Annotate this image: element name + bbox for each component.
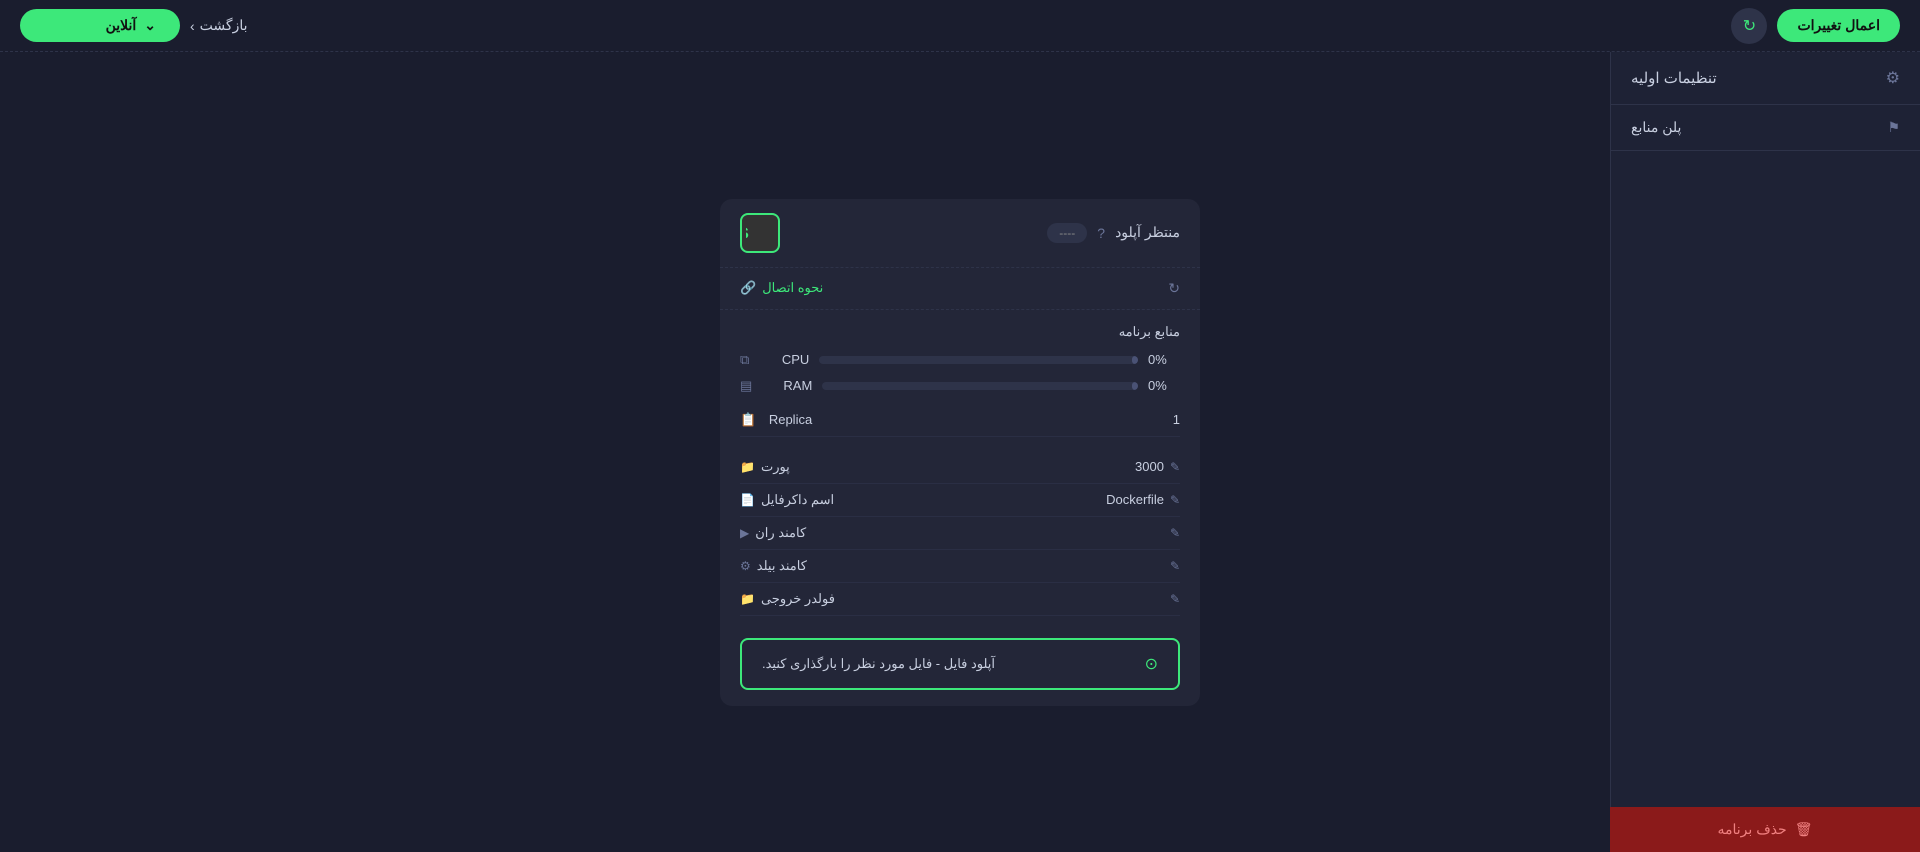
svg-text:JS: JS: [746, 225, 749, 242]
dockerfile-edit-icon[interactable]: ✎: [1170, 493, 1180, 507]
dockerfile-label: اسم داکرفایل: [761, 492, 834, 508]
upload-section[interactable]: ⊙ آپلود فایل - فایل مورد نظر را بارگذاری…: [740, 638, 1180, 690]
settings-gear-icon[interactable]: ⚙: [1886, 68, 1900, 88]
link-icon: 🔗: [740, 280, 756, 296]
ram-progress-bar: [822, 382, 1138, 390]
question-icon[interactable]: ?: [1097, 225, 1105, 241]
sidebar-nav-plan[interactable]: ⚑ پلن منابع: [1611, 105, 1920, 151]
card-header: منتظر آپلود ? ---- JS: [720, 199, 1200, 268]
resources-section: منابع برنامه 0% CPU ⧉ 0% RAM ▤: [720, 310, 1200, 451]
cpu-progress-bar: [819, 356, 1138, 364]
run-cmd-play-icon[interactable]: ▶: [740, 526, 749, 540]
nodejs-icon: JS: [740, 213, 780, 253]
chevron-right-icon: ›: [190, 18, 195, 34]
cpu-value: 0%: [1148, 352, 1180, 367]
sidebar-header: ⚙ تنظیمات اولیه: [1611, 52, 1920, 105]
run-cmd-edit-icon[interactable]: ✎: [1170, 526, 1180, 540]
port-row-right: پورت 📁: [740, 459, 790, 475]
port-value: 3000: [1135, 459, 1164, 474]
chevron-down-icon: ⌄: [144, 17, 156, 34]
dockerfile-value: Dockerfile: [1106, 492, 1164, 507]
status-pill: ----: [1047, 223, 1087, 243]
top-bar: اعمال تغییرات ↻ بازگشت › ⌄ آنلاین: [0, 0, 1920, 52]
app-card: منتظر آپلود ? ---- JS ↻ نحوه اتصال 🔗 منا…: [720, 199, 1200, 706]
replica-row: 1 Replica 📋: [740, 404, 1180, 437]
back-label: بازگشت: [200, 17, 248, 34]
replica-value: 1: [1173, 412, 1180, 427]
replica-icon[interactable]: 📋: [740, 412, 756, 428]
output-folder-label: فولدر خروجی: [761, 591, 835, 607]
port-row: ✎ 3000 پورت 📁: [740, 451, 1180, 484]
right-sidebar: ⚙ تنظیمات اولیه ⚑ پلن منابع 🗑 حذف برنامه: [1610, 52, 1920, 852]
delete-icon: 🗑: [1795, 821, 1813, 838]
back-link[interactable]: بازگشت ›: [190, 17, 248, 34]
upload-text: آپلود فایل - فایل مورد نظر را بارگذاری ک…: [762, 656, 995, 672]
build-cmd-label: کامند بیلد: [757, 558, 807, 574]
cpu-label: CPU: [759, 352, 809, 367]
ram-label: RAM: [762, 378, 812, 393]
dockerfile-row-right: اسم داکرفایل 📄: [740, 492, 834, 508]
delete-label: حذف برنامه: [1718, 821, 1787, 838]
dockerfile-row: ✎ Dockerfile اسم داکرفایل 📄: [740, 484, 1180, 517]
apply-changes-button[interactable]: اعمال تغییرات: [1777, 9, 1900, 42]
connection-link[interactable]: نحوه اتصال 🔗: [740, 280, 823, 296]
delete-program-button[interactable]: 🗑 حذف برنامه: [1610, 807, 1920, 852]
top-bar-left: اعمال تغییرات ↻: [1731, 8, 1900, 44]
ram-value: 0%: [1148, 378, 1180, 393]
ram-row: 0% RAM ▤: [740, 378, 1180, 394]
sidebar-title: تنظیمات اولیه: [1631, 69, 1717, 87]
build-cmd-row-right: کامند بیلد ⚙: [740, 558, 807, 574]
status-label: آنلاین: [106, 17, 137, 34]
cpu-copy-icon[interactable]: ⧉: [740, 352, 749, 368]
replica-row-right: Replica 📋: [740, 412, 812, 428]
run-cmd-label: کامند ران: [755, 525, 806, 541]
ram-progress-fill: [1132, 382, 1138, 390]
refresh-button[interactable]: ↻: [1731, 8, 1767, 44]
output-folder-icon[interactable]: 📁: [740, 592, 755, 606]
build-cmd-gear-icon[interactable]: ⚙: [740, 559, 751, 573]
card-title: منتظر آپلود: [1115, 224, 1180, 241]
run-cmd-row-right: کامند ران ▶: [740, 525, 806, 541]
port-edit-icon[interactable]: ✎: [1170, 460, 1180, 474]
output-folder-row: ✎ فولدر خروجی 📁: [740, 583, 1180, 616]
connection-refresh-icon[interactable]: ↻: [1168, 280, 1180, 297]
flag-icon: ⚑: [1887, 119, 1900, 136]
output-folder-row-right: فولدر خروجی 📁: [740, 591, 835, 607]
output-folder-value-left: ✎: [1164, 592, 1180, 606]
upload-circle-icon: ⊙: [1145, 654, 1158, 674]
dockerfile-value-left: ✎ Dockerfile: [1106, 492, 1180, 507]
top-bar-right: بازگشت › ⌄ آنلاین: [20, 9, 248, 42]
output-folder-edit-icon[interactable]: ✎: [1170, 592, 1180, 606]
sidebar-nav-label: پلن منابع: [1631, 119, 1681, 136]
dockerfile-file-icon[interactable]: 📄: [740, 493, 755, 507]
connection-section: ↻ نحوه اتصال 🔗: [720, 268, 1200, 310]
refresh-icon: ↻: [1743, 16, 1756, 36]
cpu-progress-fill: [1132, 356, 1138, 364]
port-folder-icon[interactable]: 📁: [740, 460, 755, 474]
run-cmd-value-left: ✎: [1164, 526, 1180, 540]
replica-label: Replica: [762, 412, 812, 427]
card-header-right: منتظر آپلود ? ----: [1047, 223, 1180, 243]
run-cmd-row: ✎ کامند ران ▶: [740, 517, 1180, 550]
resources-title: منابع برنامه: [740, 324, 1180, 340]
main-content: منتظر آپلود ? ---- JS ↻ نحوه اتصال 🔗 منا…: [310, 52, 1610, 852]
status-button[interactable]: ⌄ آنلاین: [20, 9, 180, 42]
build-cmd-edit-icon[interactable]: ✎: [1170, 559, 1180, 573]
ram-icon[interactable]: ▤: [740, 378, 752, 394]
form-rows: ✎ 3000 پورت 📁 ✎ Dockerfile اسم داکرفایل …: [720, 451, 1200, 626]
build-cmd-row: ✎ کامند بیلد ⚙: [740, 550, 1180, 583]
connection-label: نحوه اتصال: [762, 280, 823, 296]
build-cmd-value-left: ✎: [1164, 559, 1180, 573]
cpu-row: 0% CPU ⧉: [740, 352, 1180, 368]
port-value-left: ✎ 3000: [1135, 459, 1180, 474]
port-label: پورت: [761, 459, 790, 475]
